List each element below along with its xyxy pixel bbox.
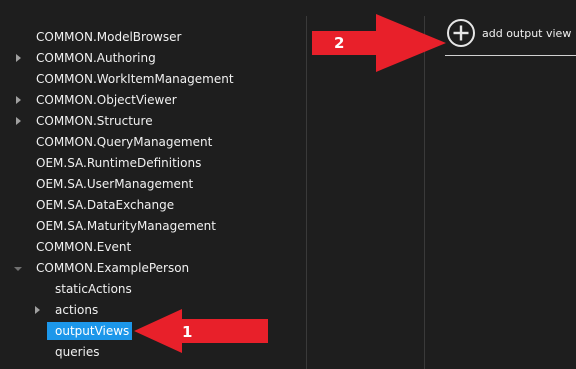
tree-item-label: OEM.SA.UserManagement <box>36 177 194 191</box>
tree-item-object-viewer[interactable]: COMMON.ObjectViewer <box>36 91 180 109</box>
divider <box>445 55 576 56</box>
tree-item-label: COMMON.ModelBrowser <box>36 30 182 44</box>
tree-item-data-exchange[interactable]: OEM.SA.DataExchange <box>36 196 177 214</box>
tree-item-label: staticActions <box>55 282 132 296</box>
expand-arrow-icon[interactable] <box>16 96 21 104</box>
annotation-arrow-2 <box>312 14 446 72</box>
add-output-view-button[interactable]: add output view <box>446 18 571 48</box>
tree-item-label: OEM.SA.DataExchange <box>36 198 175 212</box>
tree-item-actions[interactable]: actions <box>55 301 101 319</box>
tree-item-runtime-definitions[interactable]: OEM.SA.RuntimeDefinitions <box>36 154 204 172</box>
tree-item-label: COMMON.ObjectViewer <box>36 93 177 107</box>
tree-item-query-management[interactable]: COMMON.QueryManagement <box>36 133 215 151</box>
annotation-arrow-1 <box>134 309 268 353</box>
plus-circle-icon <box>447 19 475 47</box>
tree-item-label: COMMON.Authoring <box>36 51 156 65</box>
tree-item-output-views[interactable]: outputViews <box>47 322 133 340</box>
expand-arrow-icon[interactable] <box>16 54 21 62</box>
annotation-number-2: 2 <box>334 34 345 52</box>
tree-item-maturity-management[interactable]: OEM.SA.MaturityManagement <box>36 217 219 235</box>
tree-item-model-browser[interactable]: COMMON.ModelBrowser <box>36 28 184 46</box>
expand-arrow-icon[interactable] <box>16 117 21 125</box>
tree-item-event[interactable]: COMMON.Event <box>36 238 134 256</box>
tree-item-label: COMMON.Event <box>36 240 132 254</box>
annotation-number-1: 1 <box>182 323 193 341</box>
tree-item-label: COMMON.ExamplePerson <box>36 261 190 275</box>
tree-item-static-actions[interactable]: staticActions <box>55 280 135 298</box>
tree-item-work-item-management[interactable]: COMMON.WorkItemManagement <box>36 70 237 88</box>
tree-item-label: OEM.SA.MaturityManagement <box>36 219 216 233</box>
tree-item-queries[interactable]: queries <box>55 343 103 361</box>
tree-item-example-person[interactable]: COMMON.ExamplePerson <box>36 259 192 277</box>
tree-item-label: COMMON.WorkItemManagement <box>36 72 234 86</box>
tree-item-label: actions <box>55 303 99 317</box>
tree-item-label: COMMON.Structure <box>36 114 153 128</box>
tree-item-authoring[interactable]: COMMON.Authoring <box>36 49 159 67</box>
tree-item-label: COMMON.QueryManagement <box>36 135 213 149</box>
tree-item-label: OEM.SA.RuntimeDefinitions <box>36 156 202 170</box>
expand-arrow-icon[interactable] <box>35 306 40 314</box>
add-output-view-label: add output view <box>482 26 572 40</box>
tree-item-structure[interactable]: COMMON.Structure <box>36 112 156 130</box>
tree-item-user-management[interactable]: OEM.SA.UserManagement <box>36 175 196 193</box>
tree-item-label: outputViews <box>47 322 133 340</box>
tree-item-label: queries <box>55 345 100 359</box>
collapse-arrow-icon[interactable] <box>14 267 22 271</box>
